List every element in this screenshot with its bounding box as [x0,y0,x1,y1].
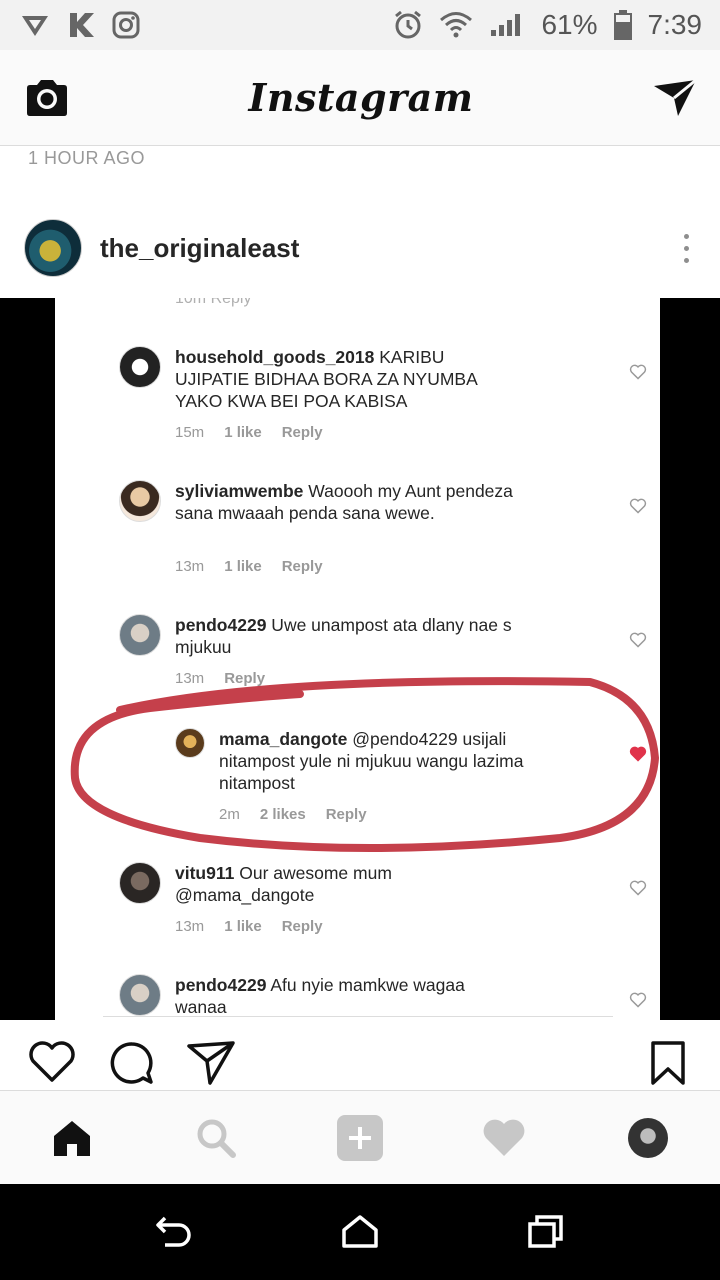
comment-meta: 13m Reply [175,670,265,687]
post-time-ago: 1 HOUR AGO [28,148,146,168]
comment-meta: 2m 2 likes Reply [219,806,367,823]
like-heart-icon [629,364,647,380]
comment-likes: 1 like [224,424,262,441]
alarm-icon [395,10,422,39]
commenter-avatar [119,614,161,656]
comment-username: pendo4229 [175,975,267,995]
profile-avatar [628,1118,668,1158]
post-header: the_originaleast [0,200,720,296]
comment-likes: 1 like [224,558,262,575]
recent-apps-icon[interactable] [527,1214,565,1248]
back-icon[interactable] [155,1214,193,1248]
battery-percent: 61% [541,9,598,40]
comment-likes: 1 like [224,918,262,935]
comment-meta: 15m 1 like Reply [175,424,323,441]
comment-meta: 13m 1 like Reply [175,918,323,935]
tab-profile[interactable] [623,1113,673,1163]
more-options-icon[interactable] [676,233,696,263]
heart-icon [483,1119,525,1156]
partial-comment-meta: 10m Reply [175,298,252,307]
instagram-notification-icon [112,11,140,39]
like-heart-icon [629,498,647,514]
liked-heart-icon [629,746,647,762]
comment-reply: Reply [325,806,367,823]
android-nav-bar [0,1184,720,1280]
wifi-icon [440,12,473,38]
app-header: Instagram [0,50,720,146]
like-heart-icon[interactable] [28,1040,76,1084]
bookmark-icon[interactable] [650,1040,686,1086]
comment-meta: 13m 1 like Reply [175,558,323,575]
like-heart-icon [629,992,647,1008]
comment-reply: Reply [224,670,266,687]
comment-username: mama_dangote [219,729,348,749]
comment-time: 13m [175,670,205,687]
home-icon [54,1121,90,1156]
comment-time: 13m [175,918,205,935]
tab-home[interactable] [47,1113,97,1163]
comment-likes: 2 likes [259,806,306,823]
comment-username: household_goods_2018 [175,347,375,367]
commenter-avatar [175,728,205,758]
k-app-icon [70,13,94,37]
comment-time: 15m [175,424,205,441]
instagram-screen: 61% 7:39 Instagram 1 HOUR AGO the_origin… [0,0,720,1280]
signal-icon [491,14,521,36]
comment-time: 2m [219,806,240,823]
comment-username: pendo4229 [175,615,267,635]
comment-reply: Reply [281,558,323,575]
camera-icon[interactable] [24,78,70,118]
comment-reply: Reply [281,918,323,935]
like-heart-icon [629,880,647,896]
tab-activity[interactable] [479,1113,529,1163]
direct-message-icon[interactable] [652,78,698,118]
like-heart-icon [629,632,647,648]
clock: 7:39 [647,9,703,40]
post-author-avatar[interactable] [24,219,82,277]
vpn-shield-icon [22,16,48,36]
comment-reply: Reply [281,424,323,441]
share-icon[interactable] [186,1040,236,1086]
home-nav-icon[interactable] [341,1214,379,1248]
comment-icon[interactable] [108,1040,156,1086]
post-action-bar [0,1020,720,1090]
commenter-avatar [119,862,161,904]
comment-username: vitu911 [175,863,235,883]
tab-new-post[interactable] [335,1113,385,1163]
instagram-logo: Instagram [248,75,474,120]
commenter-avatar [119,480,161,522]
commenter-avatar [119,974,161,1016]
battery-icon [613,10,632,40]
search-icon [197,1119,236,1158]
post-image[interactable]: 10m Reply household_goods_2018 KARIBU UJ… [0,298,720,1020]
divider [103,1016,613,1017]
comments-screenshot: 10m Reply household_goods_2018 KARIBU UJ… [55,298,660,1020]
commenter-avatar [119,346,161,388]
comment-username: syliviamwembe [175,481,304,501]
add-post-icon [337,1115,383,1161]
bottom-tab-bar [0,1090,720,1184]
status-bar: 61% 7:39 [0,0,720,50]
tab-search[interactable] [191,1113,241,1163]
post-author-username[interactable]: the_originaleast [100,233,299,264]
comment-time: 13m [175,558,205,575]
